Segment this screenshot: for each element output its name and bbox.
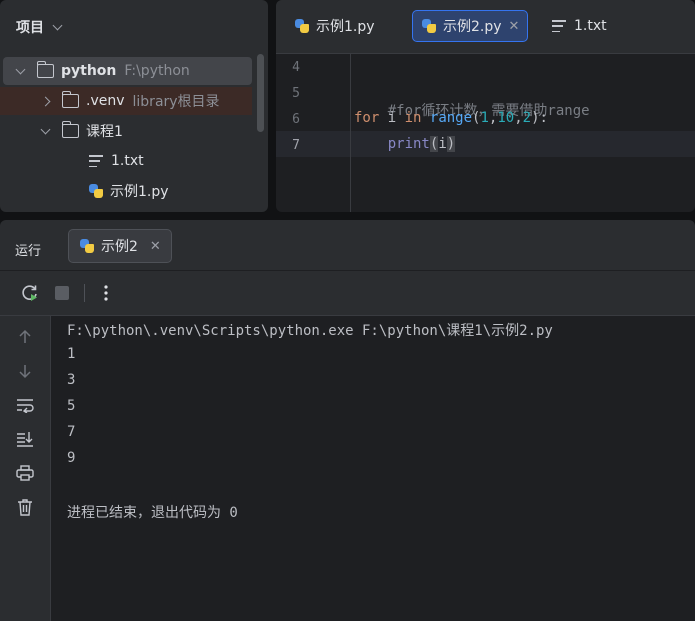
console-line: 5 [67,398,76,414]
tab-example2[interactable]: 示例2.py ✕ [412,10,529,42]
divider [0,270,695,271]
print-button[interactable] [14,462,36,484]
toolbar-divider [84,284,85,302]
code-line-6[interactable]: for i in range(1,10,2): [354,110,548,126]
code-number: 10 [497,110,515,126]
project-title: 项目 [16,20,44,36]
console-line: 进程已结束，退出代码为 0 [67,505,238,521]
editor-tabs: 示例1.py 示例2.py ✕ 1.txt [276,0,695,54]
scroll-to-end-icon [17,432,33,447]
run-panel: 运行 示例2 ✕ F:\python\.venv\Scripts\python.… [0,220,695,621]
chevron-down-icon[interactable] [52,20,63,30]
console-side-toolbar [0,315,50,621]
folder-icon [61,121,79,138]
tree-item-label: 示例1.py [110,184,169,200]
code-variable: i [379,110,405,126]
tree-item-label: 课程1 [86,124,123,140]
python-file-icon [294,18,310,34]
code-punct: ) [446,136,456,152]
code-number: 1 [480,110,489,126]
tree-item-venv[interactable]: .venv library根目录 [0,87,252,115]
tab-label: 示例2.py [443,19,502,35]
line-number: 5 [292,86,300,101]
run-tab-label: 示例2 [101,239,138,255]
tree-item-label: .venv [86,93,125,109]
line-number: 7 [292,138,300,153]
stop-button[interactable] [51,282,73,304]
code-builtin: print [387,136,430,152]
line-number: 4 [292,60,300,75]
console-line: 3 [67,372,76,388]
chevron-down-icon[interactable] [13,64,27,78]
text-file-icon [89,155,103,167]
project-header[interactable]: 项目 [16,17,63,37]
console-line: 1 [67,346,76,362]
scroll-to-end-button[interactable] [14,428,36,450]
tree-item-python[interactable]: python F:\python [3,57,252,85]
console-line: 7 [67,424,76,440]
stop-icon [55,286,69,300]
tree-item-label: python [61,63,117,79]
console-output[interactable]: F:\python\.venv\Scripts\python.exe F:\py… [50,315,695,621]
more-vertical-icon [104,285,108,301]
up-arrow-button[interactable] [14,326,36,348]
editor-panel: 示例1.py 示例2.py ✕ 1.txt 4 5 6 7 #for循环计数，需… [276,0,695,212]
console-line: 9 [67,450,76,466]
soft-wrap-icon [17,399,34,413]
tree-item-label: 1.txt [111,153,144,169]
folder-icon [61,91,79,108]
clear-console-button[interactable] [14,496,36,518]
code-line-7[interactable]: print(i) [354,136,456,152]
tree-item-course1[interactable]: 课程1 [0,117,123,145]
python-file-icon [88,183,104,199]
tab-1txt[interactable]: 1.txt [544,10,615,42]
tree-item-example1[interactable]: 示例1.py [0,177,169,205]
code-punct: ): [531,110,548,126]
tree-item-path: F:\python [124,63,190,79]
arrow-up-icon [19,329,31,343]
tab-label: 示例1.py [316,19,375,35]
chevron-right-icon[interactable] [38,94,52,108]
code-keyword: for [354,110,380,126]
code-number: 2 [522,110,532,126]
close-icon[interactable]: ✕ [509,19,520,34]
chevron-down-icon[interactable] [38,124,52,138]
down-arrow-button[interactable] [14,360,36,382]
console-line: F:\python\.venv\Scripts\python.exe F:\py… [67,323,553,339]
rerun-icon [22,285,37,301]
trash-icon [18,499,32,516]
soft-wrap-button[interactable] [14,394,36,416]
python-file-icon [421,18,437,34]
run-panel-title: 运行 [15,244,42,259]
vertical-scrollbar[interactable] [257,54,264,132]
tree-item-tag: library根目录 [132,94,220,110]
line-number: 6 [292,112,300,127]
tab-label: 1.txt [574,18,607,34]
close-icon[interactable]: ✕ [150,239,161,254]
rerun-button[interactable] [19,282,41,304]
print-icon [16,465,34,481]
code-punct: , [514,110,523,126]
python-file-icon [79,238,95,254]
arrow-down-icon [19,365,31,379]
more-options-button[interactable] [95,282,117,304]
tree-item-1txt[interactable]: 1.txt [0,147,144,175]
run-config-tab[interactable]: 示例2 ✕ [68,229,172,263]
project-panel: 项目 python F:\python .venv library根目录 课程1… [0,0,268,212]
text-file-icon [552,20,566,32]
tab-example1[interactable]: 示例1.py [286,10,383,42]
code-builtin: range [429,110,473,126]
code-variable: i [438,136,447,152]
folder-icon [36,61,54,78]
line-gutter [276,54,351,212]
code-keyword: in [404,110,422,126]
